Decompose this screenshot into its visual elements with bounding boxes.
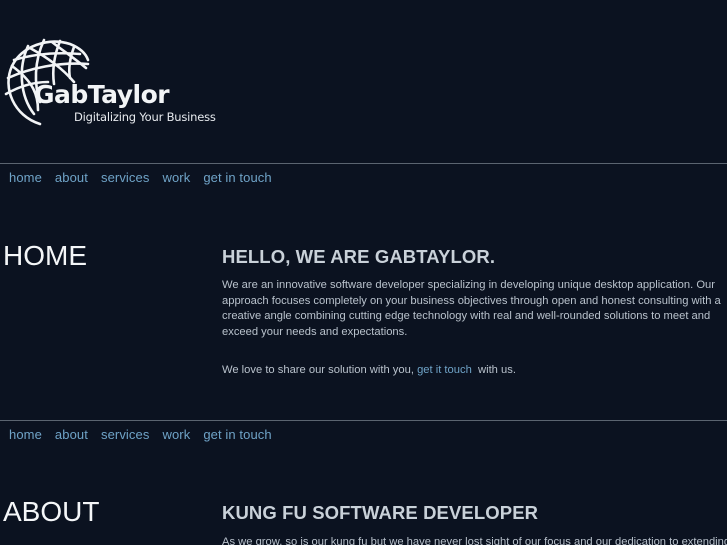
nav-list: home about services work get in touch xyxy=(0,421,727,448)
get-it-touch-link[interactable]: get it touch xyxy=(417,364,472,376)
about-heading: KUNG FU SOFTWARE DEVELOPER xyxy=(222,502,539,523)
section-title-home: HOME xyxy=(3,240,87,271)
share-text-suffix: with us. xyxy=(471,364,516,376)
section-nav: home about services work get in touch xyxy=(0,420,727,448)
nav-link-get-in-touch[interactable]: get in touch xyxy=(203,421,271,448)
brand-name: GabTaylor xyxy=(34,80,170,109)
home-share-paragraph: We love to share our solution with you, … xyxy=(222,363,722,379)
logo[interactable]: GabTaylor Digitalizing Your Business xyxy=(4,38,216,130)
nav-link-home[interactable]: home xyxy=(9,164,42,191)
about-section: ABOUT KUNG FU SOFTWARE DEVELOPER As we g… xyxy=(0,448,727,545)
about-paragraph: As we grow, so is our kung fu but we hav… xyxy=(222,536,727,545)
nav-link-about[interactable]: about xyxy=(55,421,88,448)
nav-link-home[interactable]: home xyxy=(9,421,42,448)
nav-link-get-in-touch[interactable]: get in touch xyxy=(203,164,271,191)
section-title-about: ABOUT xyxy=(3,496,100,527)
nav-link-services[interactable]: services xyxy=(101,421,149,448)
home-intro-paragraph: We are an innovative software developer … xyxy=(222,279,721,338)
site-header: GabTaylor Digitalizing Your Business xyxy=(0,0,727,163)
nav-link-services[interactable]: services xyxy=(101,164,149,191)
share-text-prefix: We love to share our solution with you, xyxy=(222,364,418,376)
home-heading: HELLO, WE ARE GABTAYLOR. xyxy=(222,246,496,267)
brand-tagline: Digitalizing Your Business xyxy=(74,110,216,124)
home-section: HOME HELLO, WE ARE GABTAYLOR. We are an … xyxy=(0,191,727,420)
page: GabTaylor Digitalizing Your Business hom… xyxy=(0,0,727,545)
nav-link-work[interactable]: work xyxy=(162,421,190,448)
main-nav: home about services work get in touch xyxy=(0,163,727,191)
nav-list: home about services work get in touch xyxy=(0,164,727,191)
nav-link-work[interactable]: work xyxy=(162,164,190,191)
nav-link-about[interactable]: about xyxy=(55,164,88,191)
